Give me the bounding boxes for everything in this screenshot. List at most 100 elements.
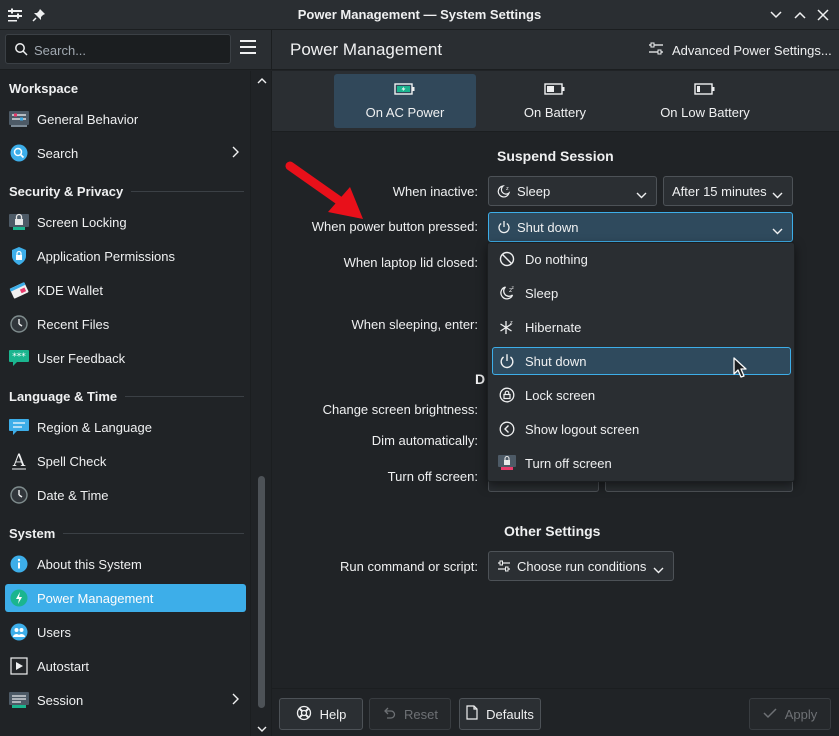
reset-button[interactable]: Reset: [369, 698, 451, 730]
svg-text:z: z: [506, 186, 509, 192]
power-profile-tabs: On AC Power On Battery On Low Battery: [272, 71, 839, 132]
option-hibernate[interactable]: z Hibernate: [492, 313, 791, 341]
tab-on-ac-power[interactable]: On AC Power: [334, 74, 476, 128]
option-do-nothing[interactable]: Do nothing: [492, 245, 791, 273]
lid-closed-label: When laptop lid closed:: [343, 255, 478, 270]
cancel-icon: [497, 249, 517, 269]
option-turn-off-screen[interactable]: Turn off screen: [492, 449, 791, 477]
power-icon: [497, 220, 511, 234]
section-header-language-time: Language & Time: [9, 389, 244, 404]
advanced-power-settings-button[interactable]: Advanced Power Settings...: [648, 39, 832, 61]
battery-charging-icon: [394, 82, 416, 98]
screen-locking-icon: [9, 212, 29, 232]
hamburger-menu-button[interactable]: [240, 40, 260, 60]
svg-text:***: ***: [12, 352, 26, 362]
battery-low-icon: [694, 82, 716, 98]
window-title: Power Management — System Settings: [297, 7, 542, 22]
checkmark-icon: [763, 707, 777, 722]
battery-icon: [544, 82, 566, 98]
chevron-right-icon: [232, 693, 240, 708]
sleep-icon: zz: [497, 283, 517, 303]
sidebar-item-recent-files[interactable]: Recent Files: [5, 310, 246, 338]
inactive-duration-select[interactable]: After 15 minutes: [663, 176, 793, 206]
search-module-icon: [9, 143, 29, 163]
option-sleep[interactable]: zz Sleep: [492, 279, 791, 307]
close-button[interactable]: [813, 5, 833, 25]
autostart-icon: [9, 656, 29, 676]
other-settings-heading: Other Settings: [504, 523, 601, 539]
red-arrow-annotation: [285, 161, 363, 219]
sidebar-item-users[interactable]: Users: [5, 618, 246, 646]
sidebar: Workspace General Behavior Search Securi…: [0, 71, 250, 736]
run-conditions-select[interactable]: Choose run conditions: [488, 551, 674, 581]
minimize-button[interactable]: [766, 5, 786, 25]
help-button[interactable]: Help: [279, 698, 363, 730]
document-defaults-icon: [466, 705, 478, 723]
sleep-icon: z: [497, 184, 511, 198]
maximize-button[interactable]: [790, 5, 810, 25]
sidebar-scrollbar[interactable]: [250, 71, 272, 736]
scroll-down-icon[interactable]: [257, 721, 267, 736]
button-bar: Help Reset Defaults Apply: [272, 688, 839, 736]
help-icon: [296, 705, 312, 724]
users-icon: [9, 622, 29, 642]
header-toolbar: Search... Power Management Advanced Powe…: [0, 30, 839, 70]
defaults-button[interactable]: Defaults: [459, 698, 541, 730]
display-heading: D: [475, 371, 486, 387]
sidebar-item-user-feedback[interactable]: *** User Feedback: [5, 344, 246, 372]
sidebar-item-autostart[interactable]: Autostart: [5, 652, 246, 680]
title-bar: Power Management — System Settings: [0, 0, 839, 30]
chevron-down-icon: [772, 187, 783, 202]
chevron-down-icon: [653, 562, 664, 577]
apply-button[interactable]: Apply: [749, 698, 831, 730]
dim-automatically-label: Dim automatically:: [371, 433, 478, 448]
power-management-icon: [9, 588, 29, 608]
sidebar-item-date-time[interactable]: Date & Time: [5, 481, 246, 509]
chevron-down-icon: [636, 187, 647, 202]
when-inactive-select[interactable]: z Sleep: [488, 176, 657, 206]
region-language-icon: [9, 417, 29, 437]
sidebar-item-general-behavior[interactable]: General Behavior: [5, 105, 246, 133]
sidebar-item-session[interactable]: Session: [5, 686, 246, 714]
sidebar-item-application-permissions[interactable]: Application Permissions: [5, 242, 246, 270]
advanced-power-settings-label: Advanced Power Settings...: [672, 42, 832, 58]
power-button-select[interactable]: Shut down: [488, 212, 793, 242]
section-header-security-privacy: Security & Privacy: [9, 184, 244, 199]
sidebar-item-power-management[interactable]: Power Management: [5, 584, 246, 612]
snowflake-icon: z: [497, 317, 517, 337]
tab-on-battery[interactable]: On Battery: [484, 74, 626, 128]
sidebar-item-region-language[interactable]: Region & Language: [5, 413, 246, 441]
svg-text:A: A: [12, 451, 26, 471]
mouse-cursor-icon: [733, 357, 747, 378]
scrollbar-thumb[interactable]: [258, 476, 265, 708]
option-show-logout-screen[interactable]: Show logout screen: [492, 415, 791, 443]
sidebar-item-screen-locking[interactable]: Screen Locking: [5, 208, 246, 236]
chevron-left-circle-icon: [497, 419, 517, 439]
turn-off-screen-label: Turn off screen:: [387, 469, 478, 484]
lock-icon: [497, 385, 517, 405]
info-icon: [9, 554, 29, 574]
search-input[interactable]: Search...: [5, 34, 231, 64]
svg-text:z: z: [512, 286, 515, 291]
sleeping-enter-label: When sleeping, enter:: [351, 317, 478, 332]
section-header-system: System: [9, 526, 244, 541]
search-icon: [14, 42, 28, 59]
run-command-label: Run command or script:: [340, 559, 478, 574]
scroll-up-icon[interactable]: [257, 73, 267, 84]
session-icon: [9, 690, 29, 710]
sidebar-item-kde-wallet[interactable]: KDE Wallet: [5, 276, 246, 304]
shield-icon: [9, 246, 29, 266]
chevron-right-icon: [232, 146, 240, 161]
svg-text:z: z: [510, 320, 513, 326]
sidebar-item-spell-check[interactable]: A Spell Check: [5, 447, 246, 475]
tab-on-low-battery[interactable]: On Low Battery: [634, 74, 776, 128]
page-title: Power Management: [290, 40, 443, 59]
sidebar-item-about-this-system[interactable]: About this System: [5, 550, 246, 578]
screen-brightness-label: Change screen brightness:: [322, 402, 478, 417]
clock-icon: [9, 314, 29, 334]
option-lock-screen[interactable]: Lock screen: [492, 381, 791, 409]
general-behavior-icon: [9, 109, 29, 129]
sidebar-item-search[interactable]: Search: [5, 139, 246, 167]
spell-check-icon: A: [9, 451, 29, 471]
feedback-icon: ***: [9, 348, 29, 368]
